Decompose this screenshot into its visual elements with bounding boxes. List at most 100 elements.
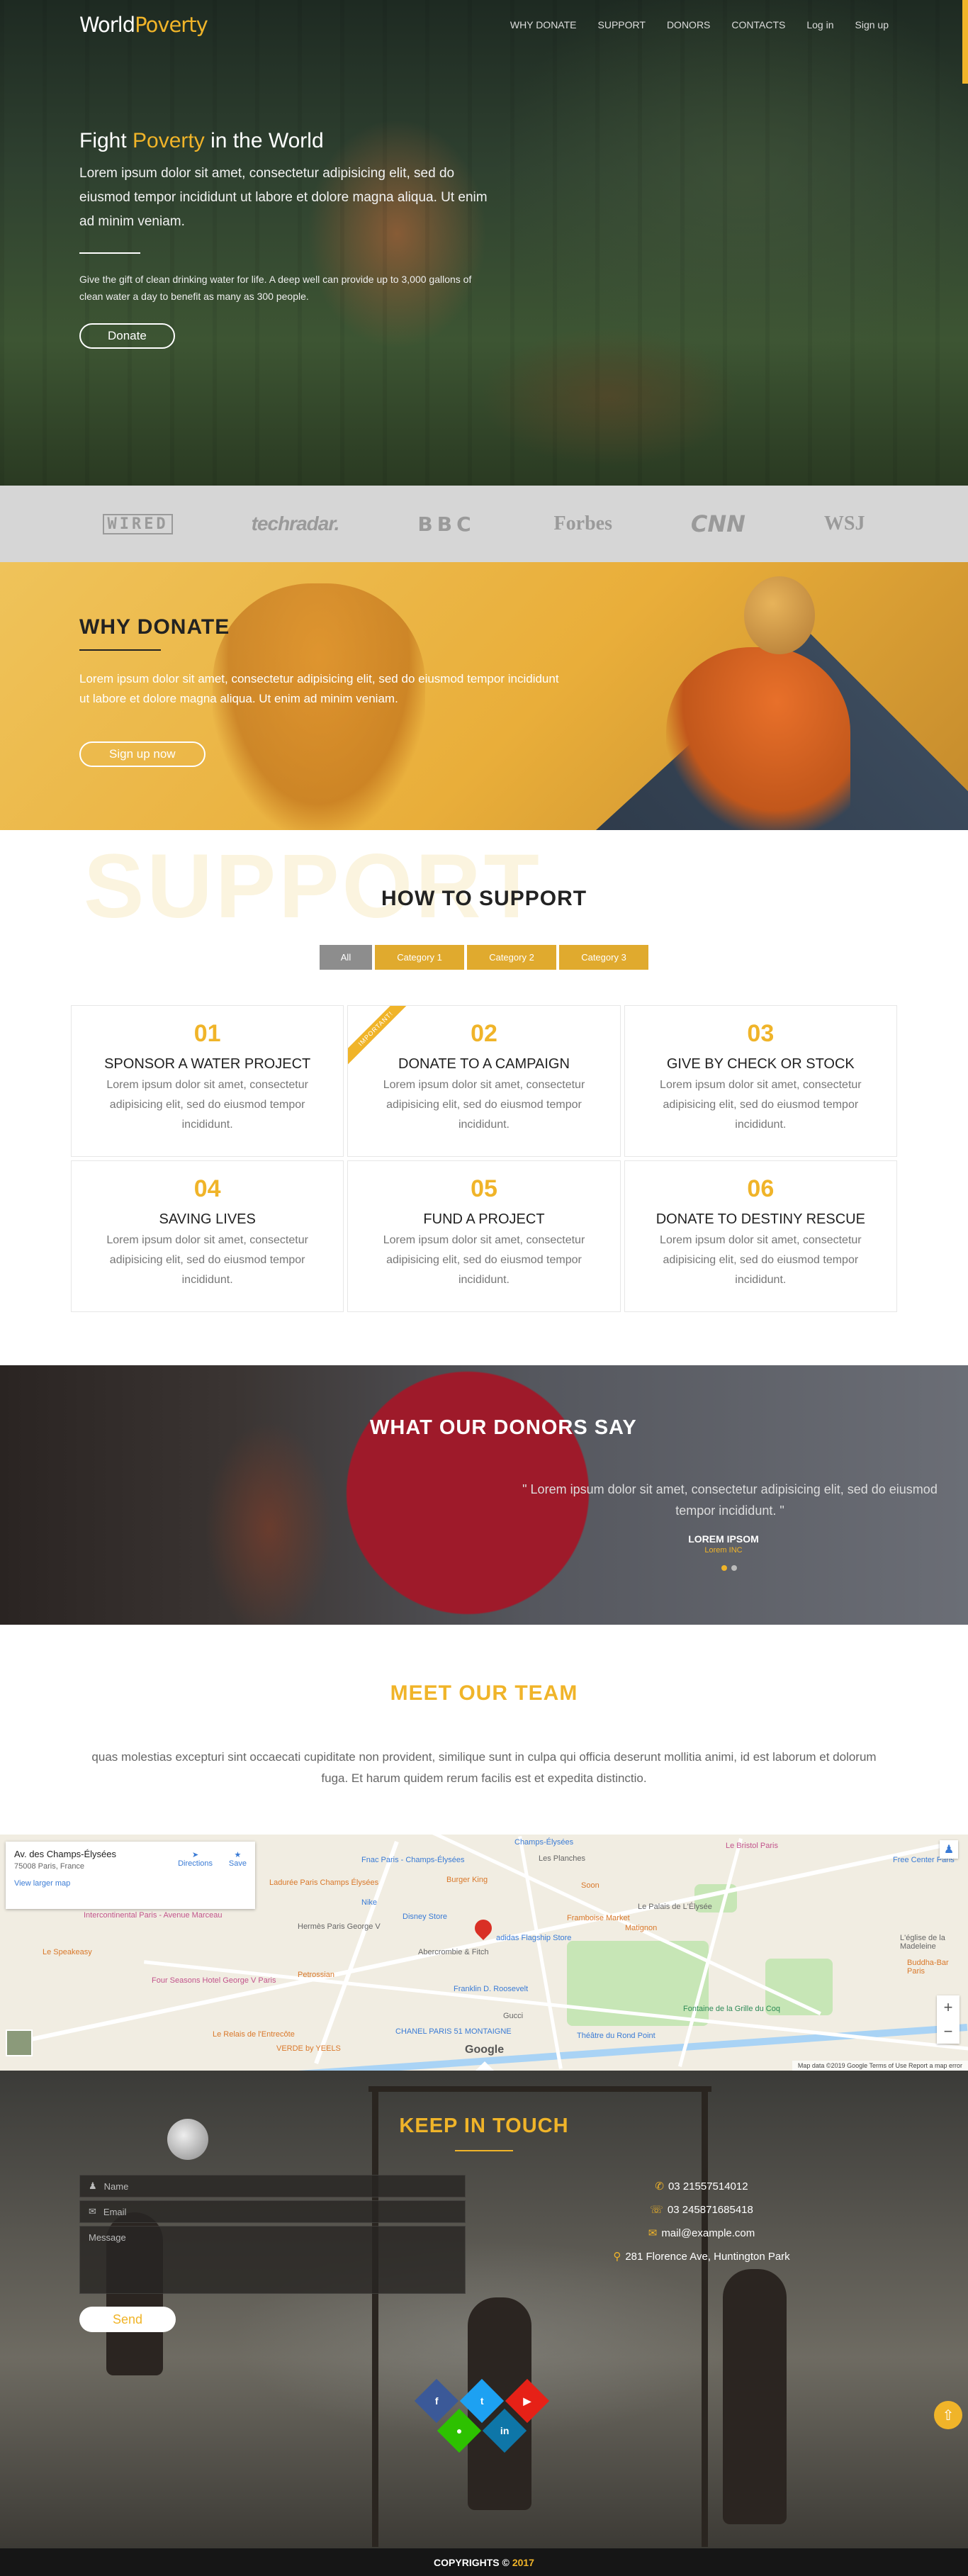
message-field[interactable]: Message <box>79 2226 466 2294</box>
poi-label: Le Relais de l'Entrecôte <box>213 2030 295 2039</box>
poi-label: Le Bristol Paris <box>726 1842 778 1850</box>
nav-donors[interactable]: DONORS <box>667 19 710 30</box>
poi-label: Petrossian <box>298 1971 334 1979</box>
name-field[interactable]: ♟ Name <box>79 2175 466 2197</box>
nav-signup[interactable]: Sign up <box>855 19 889 30</box>
card-number: 04 <box>193 1175 221 1202</box>
support-card[interactable]: 01 SPONSOR A WATER PROJECT Lorem ipsum d… <box>71 1005 344 1157</box>
contact-address: 281 Florence Ave, Huntington Park <box>625 2251 790 2263</box>
send-button[interactable]: Send <box>79 2307 176 2332</box>
top-nav: WorldPoverty WHY DONATE SUPPORT DONORS C… <box>0 0 968 84</box>
card-text: Lorem ipsum dolor sit amet, consectetur … <box>660 1079 862 1131</box>
support-card[interactable]: 03 GIVE BY CHECK OR STOCK Lorem ipsum do… <box>624 1005 897 1157</box>
card-number: 03 <box>747 1020 775 1047</box>
user-icon: ♟ <box>89 2180 97 2191</box>
wsj-logo: WSJ <box>823 513 865 534</box>
copyright-year: 2017 <box>512 2556 534 2568</box>
carousel-dot[interactable] <box>731 1565 737 1571</box>
filter-category-2[interactable]: Category 2 <box>467 945 556 970</box>
poi-label: Fnac Paris - Champs-Élysées <box>361 1856 465 1864</box>
card-title: SPONSOR A WATER PROJECT <box>104 1056 311 1072</box>
save-button[interactable]: ★ Save <box>229 1850 247 1868</box>
zoom-out-button[interactable]: − <box>937 2020 959 2044</box>
satellite-toggle[interactable] <box>6 2029 33 2056</box>
filter-category-3[interactable]: Category 3 <box>559 945 648 970</box>
card-number: 02 <box>471 1020 497 1047</box>
card-text: Lorem ipsum dolor sit amet, consectetur … <box>383 1079 585 1131</box>
logo-world: World <box>79 13 135 37</box>
techradar-logo: techradar. <box>251 513 340 534</box>
zoom-controls: + − <box>937 1995 959 2044</box>
card-title: FUND A PROJECT <box>423 1211 545 1227</box>
message-placeholder: Message <box>89 2232 126 2243</box>
filter-category-1[interactable]: Category 1 <box>375 945 464 970</box>
zoom-in-button[interactable]: + <box>937 1995 959 2020</box>
contact-section: KEEP IN TOUCH ♟ Name ✉ Email Message Sen… <box>0 2071 968 2548</box>
support-title: HOW TO SUPPORT <box>381 887 587 910</box>
why-donate-section: WHY DONATE Lorem ipsum dolor sit amet, c… <box>0 562 968 830</box>
nav-why-donate[interactable]: WHY DONATE <box>510 19 577 30</box>
support-card[interactable]: 04 SAVING LIVES Lorem ipsum dolor sit am… <box>71 1160 344 1312</box>
donate-button[interactable]: Donate <box>79 323 175 349</box>
poi-label: Fontaine de la Grille du Coq <box>683 2005 780 2013</box>
carousel-dot[interactable] <box>721 1565 727 1571</box>
poi-label: Intercontinental Paris - Avenue Marceau <box>84 1911 223 1920</box>
nav-contacts[interactable]: CONTACTS <box>731 19 785 30</box>
why-content: WHY DONATE Lorem ipsum dolor sit amet, c… <box>79 615 561 767</box>
card-title: SAVING LIVES <box>159 1211 256 1227</box>
map-attribution[interactable]: Map data ©2019 Google Terms of Use Repor… <box>792 2061 968 2071</box>
support-card[interactable]: 05 FUND A PROJECT Lorem ipsum dolor sit … <box>347 1160 621 1312</box>
phone-line: ☏ 03 245871685418 <box>560 2198 843 2222</box>
poi-label: Soon <box>581 1881 600 1890</box>
donors-title: WHAT OUR DONORS SAY <box>370 1416 637 1439</box>
scroll-top-button[interactable]: ⇧ <box>934 2401 962 2429</box>
poi-label: Framboise Market <box>567 1914 630 1922</box>
phone-icon: ✆ <box>655 2180 664 2193</box>
poi-label: L'église de la Madeleine <box>900 1934 945 1951</box>
social-links: f t ▶ ● in <box>414 2378 574 2468</box>
support-card[interactable]: 06 DONATE TO DESTINY RESCUE Lorem ipsum … <box>624 1160 897 1312</box>
email-field[interactable]: ✉ Email <box>79 2200 466 2223</box>
poi-label: Gucci <box>503 2012 524 2020</box>
filter-all[interactable]: All <box>320 945 372 970</box>
directions-label: Directions <box>178 1859 213 1868</box>
street-view-icon[interactable]: ♟ <box>940 1840 958 1859</box>
poi-label: Le Speakeasy <box>43 1948 92 1956</box>
card-text: Lorem ipsum dolor sit amet, consectetur … <box>106 1079 308 1131</box>
contact-email[interactable]: mail@example.com <box>661 2227 755 2239</box>
carousel-dots <box>721 1565 737 1571</box>
directions-button[interactable]: ➤ Directions <box>178 1850 213 1868</box>
envelope-icon: ✉ <box>89 2206 96 2217</box>
hero-title-accent: Poverty <box>133 129 205 152</box>
why-title: WHY DONATE <box>79 615 230 639</box>
card-number: 01 <box>193 1020 221 1047</box>
poi-label: CHANEL PARIS 51 MONTAIGNE <box>395 2027 512 2036</box>
support-card[interactable]: IMPORTANT! 02 DONATE TO A CAMPAIGN Lorem… <box>347 1005 621 1157</box>
monk-image-right <box>666 647 850 830</box>
category-filters: All Category 1 Category 2 Category 3 <box>0 945 968 970</box>
card-title: GIVE BY CHECK OR STOCK <box>666 1056 855 1072</box>
poi-label: Disney Store <box>403 1913 447 1921</box>
nav-support[interactable]: SUPPORT <box>598 19 646 30</box>
testimonial-company: Lorem INC <box>704 1546 743 1555</box>
poi-label: Théâtre du Rond Point <box>577 2032 655 2040</box>
phone-line: ✆ 03 21557514012 <box>560 2175 843 2198</box>
forbes-logo: Forbes <box>553 513 612 534</box>
signup-now-button[interactable]: Sign up now <box>79 741 206 767</box>
why-description: Lorem ipsum dolor sit amet, consectetur … <box>79 672 559 705</box>
poi-label: Hermès Paris George V <box>298 1922 381 1931</box>
map-embed[interactable]: Champs-Élysées Les Planches Le Bristol P… <box>0 1835 968 2071</box>
site-logo[interactable]: WorldPoverty <box>79 13 208 37</box>
poi-label: Nike <box>361 1898 378 1907</box>
map-pin-icon[interactable] <box>471 1916 495 1940</box>
address-line: ⚲ 281 Florence Ave, Huntington Park <box>560 2245 843 2268</box>
poi-label: Four Seasons Hotel George V Paris <box>152 1976 276 1985</box>
contact-divider <box>455 2150 513 2151</box>
nav-login[interactable]: Log in <box>806 19 833 30</box>
card-text: Lorem ipsum dolor sit amet, consectetur … <box>383 1234 585 1286</box>
view-larger-map-link[interactable]: View larger map <box>14 1879 247 1888</box>
contact-form: ♟ Name ✉ Email Message Send <box>79 2175 466 2332</box>
support-cards: 01 SPONSOR A WATER PROJECT Lorem ipsum d… <box>71 1005 897 1312</box>
road <box>314 1841 399 2064</box>
place-card: Av. des Champs-Élysées 75008 Paris, Fran… <box>6 1842 255 1909</box>
